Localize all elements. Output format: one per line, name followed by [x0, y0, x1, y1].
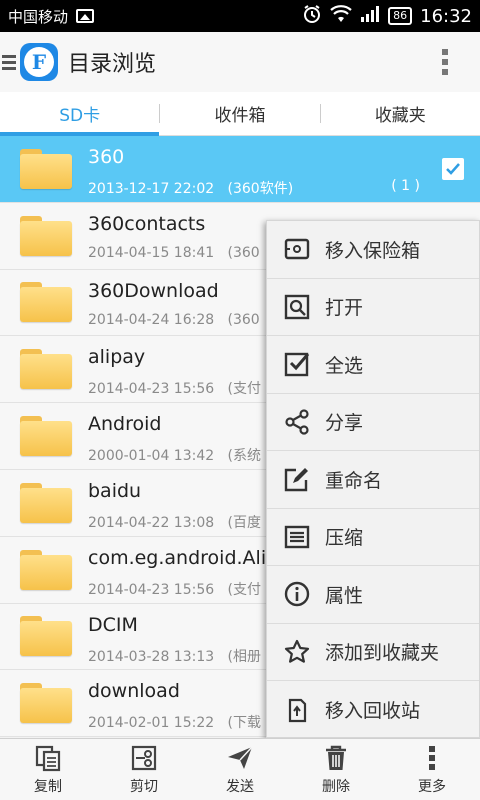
- rename-icon: [283, 465, 311, 493]
- menu-item-move-to-safe[interactable]: 移入保险箱: [267, 221, 479, 279]
- more-button[interactable]: 更多: [384, 739, 480, 800]
- folder-icon: [20, 282, 72, 323]
- battery-indicator: 86: [388, 7, 413, 25]
- recycle-icon: [283, 696, 311, 724]
- cut-button[interactable]: 剪切: [96, 739, 192, 800]
- folder-icon: [20, 616, 72, 657]
- alarm-icon: [302, 4, 322, 29]
- delete-icon: [326, 745, 346, 770]
- status-bar: 中国移动 86 16:32: [0, 0, 480, 32]
- menu-item-properties[interactable]: 属性: [267, 566, 479, 624]
- delete-button[interactable]: 删除: [288, 739, 384, 800]
- file-row[interactable]: 360 2013-12-17 22:02 (360软件) ( 1 ): [0, 136, 480, 203]
- folder-icon: [20, 683, 72, 724]
- folder-icon: [20, 482, 72, 523]
- menu-item-select-all[interactable]: 全选: [267, 336, 479, 394]
- folder-icon: [20, 416, 72, 457]
- folder-icon: [20, 215, 72, 256]
- folder-icon: [20, 349, 72, 390]
- menu-item-move-to-recycle[interactable]: 移入回收站: [267, 681, 479, 739]
- checkmark-icon: [446, 163, 460, 175]
- carrier-label: 中国移动: [8, 7, 69, 26]
- star-icon: [283, 638, 311, 666]
- share-icon: [283, 408, 311, 436]
- image-notification-icon: [76, 9, 95, 23]
- file-name: 360: [88, 146, 125, 168]
- send-button[interactable]: 发送: [192, 739, 288, 800]
- menu-item-add-to-favorites[interactable]: 添加到收藏夹: [267, 624, 479, 681]
- info-icon: [283, 580, 311, 608]
- signal-icon: [360, 5, 380, 28]
- compress-icon: [283, 523, 311, 551]
- item-count: ( 1 ): [391, 177, 420, 194]
- open-icon: [283, 293, 311, 321]
- cut-icon: [131, 745, 157, 770]
- clock: 16:32: [420, 5, 472, 27]
- send-icon: [228, 745, 253, 769]
- context-menu: 移入保险箱 打开 全选 分享 重命名 压缩 属性 添加到收藏夹 移入回收站: [266, 220, 480, 738]
- overflow-menu-icon[interactable]: [442, 49, 448, 75]
- tab-inbox[interactable]: 收件箱: [160, 92, 319, 135]
- file-meta: 2013-12-17 22:02 (360软件): [88, 181, 294, 197]
- drawer-menu-icon[interactable]: [2, 54, 16, 70]
- tab-favorites[interactable]: 收藏夹: [321, 92, 480, 135]
- bottom-toolbar: 复制 剪切 发送 删除 更多: [0, 738, 480, 800]
- tab-sd-card[interactable]: SD卡: [0, 92, 160, 136]
- menu-item-open[interactable]: 打开: [267, 279, 479, 336]
- wifi-icon: [330, 4, 352, 28]
- more-icon: [429, 745, 435, 770]
- menu-item-rename[interactable]: 重命名: [267, 451, 479, 509]
- tab-bar: SD卡 收件箱 收藏夹: [0, 92, 480, 136]
- app-header: F 目录浏览: [0, 32, 480, 92]
- page-title: 目录浏览: [68, 52, 157, 77]
- row-checkbox[interactable]: [442, 157, 464, 180]
- copy-button[interactable]: 复制: [0, 739, 96, 800]
- select-all-icon: [283, 350, 311, 378]
- folder-icon: [20, 148, 72, 189]
- menu-item-compress[interactable]: 压缩: [267, 509, 479, 566]
- app-logo: F: [20, 43, 58, 81]
- safe-icon: [283, 235, 311, 263]
- menu-item-share[interactable]: 分享: [267, 394, 479, 451]
- copy-icon: [35, 745, 61, 771]
- folder-icon: [20, 549, 72, 590]
